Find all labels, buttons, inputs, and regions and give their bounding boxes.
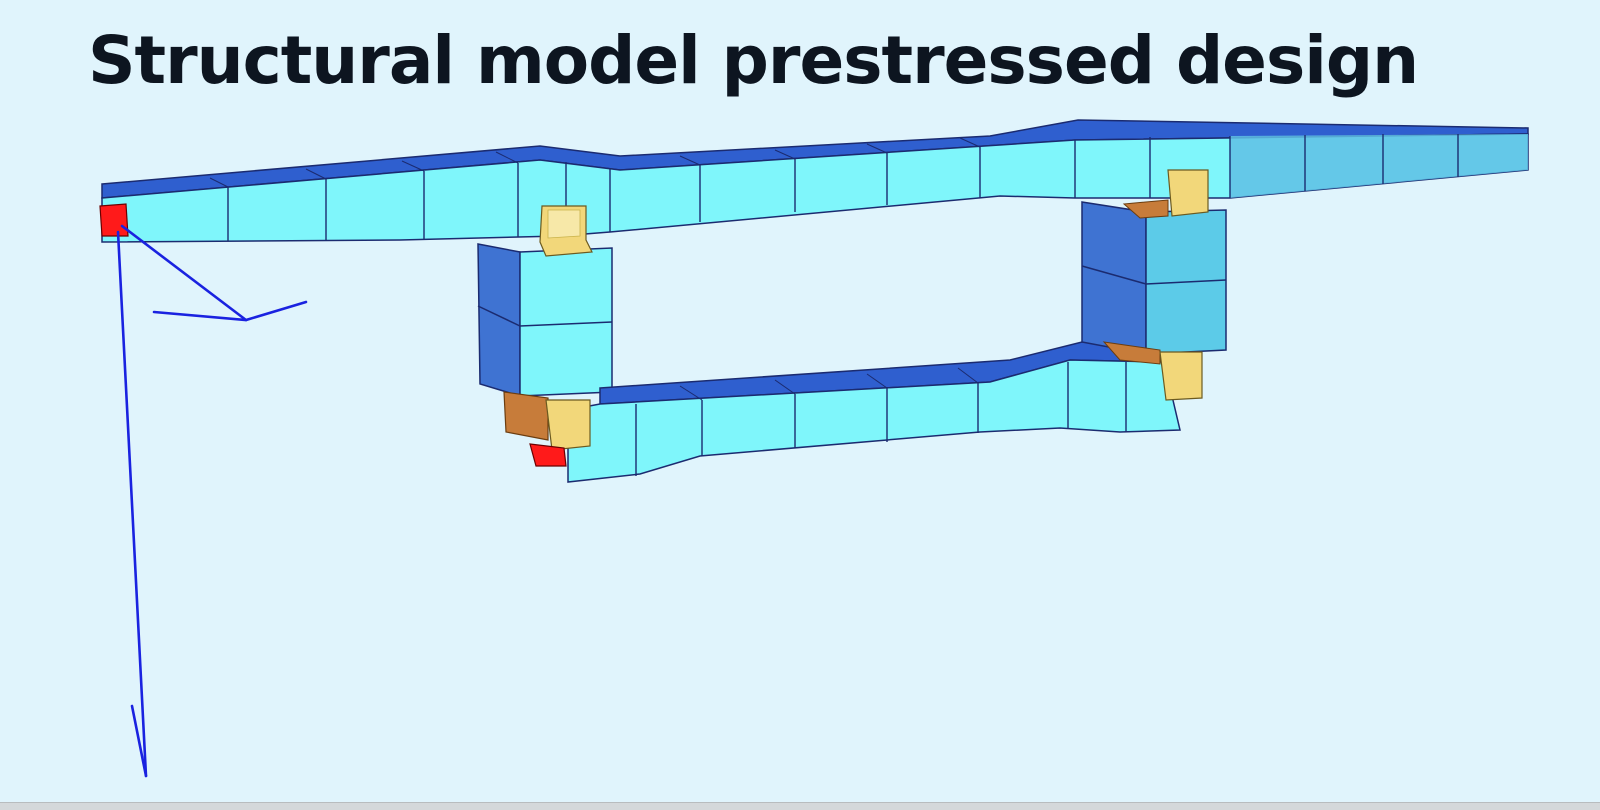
left-pier-top-bearing-hatch	[547, 209, 581, 239]
slide: Structural model prestressed design	[0, 0, 1600, 810]
axis-z-line	[116, 230, 148, 778]
lower-left-bearing-shadow	[503, 391, 549, 441]
support-node-lower	[529, 443, 567, 467]
upper-deck-end-shade	[1230, 134, 1528, 198]
lower-left-bearing	[545, 399, 591, 451]
axis-x-arrow	[152, 300, 308, 322]
bottom-divider	[0, 802, 1600, 810]
right-pier-bottom-bearing	[1159, 351, 1203, 401]
upper-deck	[101, 119, 1529, 243]
left-pier-side	[477, 243, 521, 398]
right-pier-top-bearing	[1167, 169, 1209, 217]
right-pier-side	[1081, 201, 1147, 355]
coordinate-axes-icon	[116, 224, 308, 778]
support-node-upper	[99, 203, 129, 237]
structural-model	[99, 119, 1529, 778]
